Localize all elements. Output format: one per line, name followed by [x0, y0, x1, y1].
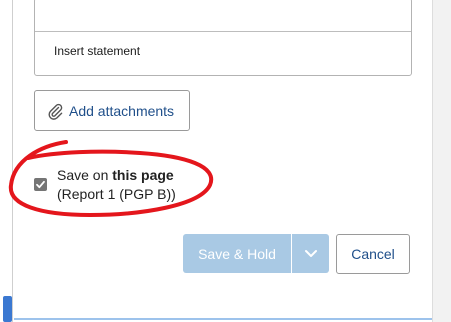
- right-panel-edge: [432, 0, 451, 322]
- editor-text-area[interactable]: [35, 0, 411, 32]
- save-on-emphasis: this page: [112, 167, 174, 183]
- checkmark-icon: [36, 180, 45, 189]
- add-attachments-label: Add attachments: [69, 102, 175, 119]
- bottom-divider: [14, 318, 432, 320]
- save-on-option[interactable]: Save on this page (Report 1 (PGP B)): [34, 166, 214, 216]
- chevron-down-icon: [304, 250, 317, 257]
- cancel-button[interactable]: Cancel: [336, 234, 410, 274]
- statement-editor[interactable]: Insert statement: [34, 0, 412, 76]
- resize-handle[interactable]: [3, 296, 12, 322]
- save-on-prefix: Save on: [57, 167, 109, 183]
- save-on-label: Save on this page (Report 1 (PGP B)): [57, 166, 176, 204]
- left-rail: [0, 0, 14, 322]
- save-on-checkbox[interactable]: [34, 178, 47, 191]
- insert-statement-link[interactable]: Insert statement: [35, 32, 411, 58]
- save-options-dropdown[interactable]: [292, 234, 329, 273]
- save-hold-split-button[interactable]: Save & Hold: [183, 234, 329, 273]
- paperclip-icon: [47, 102, 63, 120]
- save-on-context: (Report 1 (PGP B)): [57, 186, 176, 202]
- add-attachments-button[interactable]: Add attachments: [34, 90, 190, 131]
- rail-divider: [12, 0, 13, 322]
- insert-statement-label: Insert statement: [54, 44, 141, 58]
- save-hold-button[interactable]: Save & Hold: [183, 234, 291, 273]
